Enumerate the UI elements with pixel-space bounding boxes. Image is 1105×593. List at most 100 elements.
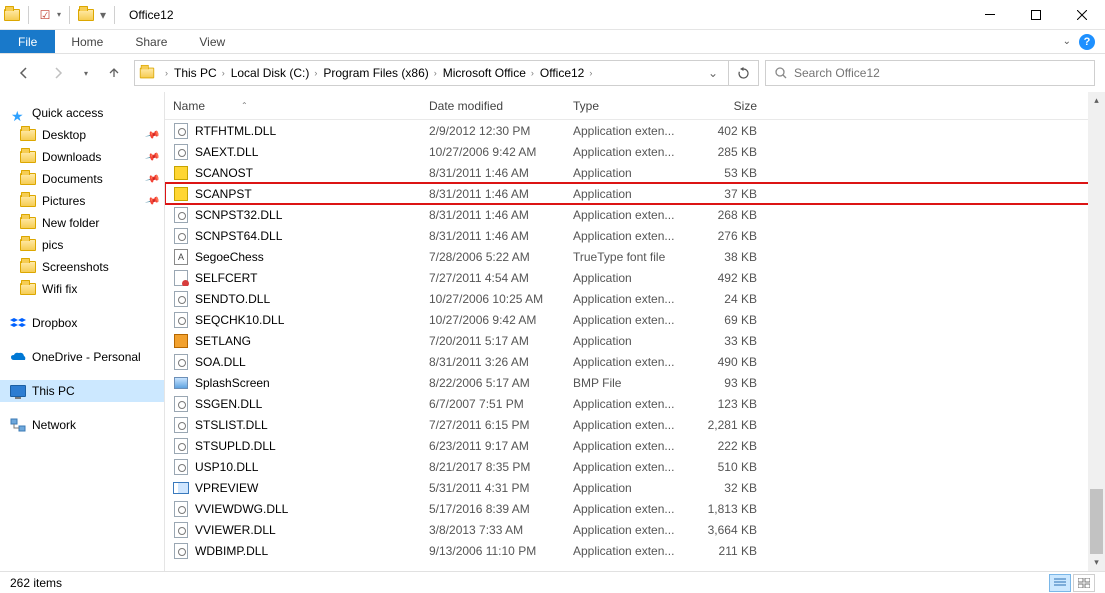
- file-type: Application exten...: [573, 292, 693, 306]
- refresh-button[interactable]: [729, 60, 759, 86]
- maximize-button[interactable]: [1013, 0, 1059, 30]
- forward-button[interactable]: [44, 61, 72, 85]
- file-icon: [173, 522, 189, 538]
- dropbox-icon: [10, 315, 26, 331]
- file-size: 222 KB: [693, 439, 765, 453]
- file-row[interactable]: VVIEWER.DLL3/8/2013 7:33 AMApplication e…: [165, 519, 1105, 540]
- file-size: 402 KB: [693, 124, 765, 138]
- file-row[interactable]: STSLIST.DLL7/27/2011 6:15 PMApplication …: [165, 414, 1105, 435]
- app-folder-icon: [4, 7, 20, 23]
- qat-customize-icon[interactable]: ▾: [100, 8, 106, 22]
- sidebar-this-pc[interactable]: This PC: [0, 380, 164, 402]
- file-row[interactable]: USP10.DLL8/21/2017 8:35 PMApplication ex…: [165, 456, 1105, 477]
- file-row[interactable]: SENDTO.DLL10/27/2006 10:25 AMApplication…: [165, 288, 1105, 309]
- vertical-scrollbar[interactable]: ▴ ▾: [1088, 92, 1105, 571]
- details-view-button[interactable]: [1049, 574, 1071, 592]
- file-tab[interactable]: File: [0, 30, 55, 53]
- file-row[interactable]: RTFHTML.DLL2/9/2012 12:30 PMApplication …: [165, 120, 1105, 141]
- file-icon: [173, 501, 189, 517]
- qat-properties-icon[interactable]: ☑: [37, 7, 53, 23]
- scroll-up-icon[interactable]: ▴: [1088, 92, 1105, 109]
- qat-dropdown-icon[interactable]: ▾: [57, 10, 61, 19]
- tab-view[interactable]: View: [183, 30, 241, 53]
- crumb-microsoft-office[interactable]: Microsoft Office›: [441, 61, 538, 85]
- file-row[interactable]: SCANOST8/31/2011 1:46 AMApplication53 KB: [165, 162, 1105, 183]
- file-row[interactable]: SEQCHK10.DLL10/27/2006 9:42 AMApplicatio…: [165, 309, 1105, 330]
- file-row[interactable]: VPREVIEW5/31/2011 4:31 PMApplication32 K…: [165, 477, 1105, 498]
- file-row[interactable]: STSUPLD.DLL6/23/2011 9:17 AMApplication …: [165, 435, 1105, 456]
- sidebar-item[interactable]: New folder: [0, 212, 164, 234]
- sidebar-item[interactable]: Desktop📌: [0, 124, 164, 146]
- close-button[interactable]: [1059, 0, 1105, 30]
- file-size: 2,281 KB: [693, 418, 765, 432]
- scroll-down-icon[interactable]: ▾: [1088, 554, 1105, 571]
- file-row[interactable]: SELFCERT7/27/2011 4:54 AMApplication492 …: [165, 267, 1105, 288]
- crumb-this-pc[interactable]: This PC›: [172, 61, 229, 85]
- scroll-track[interactable]: [1088, 109, 1105, 554]
- sidebar-item[interactable]: Documents📌: [0, 168, 164, 190]
- file-row[interactable]: SCANPST8/31/2011 1:46 AMApplication37 KB: [165, 183, 1105, 204]
- qat-folder-icon[interactable]: [78, 7, 94, 23]
- file-name: VVIEWDWG.DLL: [195, 502, 288, 516]
- column-name[interactable]: Name⌃: [173, 99, 429, 113]
- file-type: Application exten...: [573, 460, 693, 474]
- crumb-program-files[interactable]: Program Files (x86)›: [321, 61, 440, 85]
- file-size: 492 KB: [693, 271, 765, 285]
- file-row[interactable]: SSGEN.DLL6/7/2007 7:51 PMApplication ext…: [165, 393, 1105, 414]
- column-type[interactable]: Type: [573, 99, 693, 113]
- sidebar-quick-access[interactable]: ★ Quick access: [0, 102, 164, 124]
- file-name: SegoeChess: [195, 250, 264, 264]
- file-row[interactable]: SplashScreen8/22/2006 5:17 AMBMP File93 …: [165, 372, 1105, 393]
- file-size: 490 KB: [693, 355, 765, 369]
- crumb-root-chevron[interactable]: ›: [161, 61, 172, 85]
- file-size: 38 KB: [693, 250, 765, 264]
- crumb-local-disk[interactable]: Local Disk (C:)›: [229, 61, 322, 85]
- minimize-button[interactable]: [967, 0, 1013, 30]
- recent-locations-button[interactable]: ▾: [78, 61, 94, 85]
- file-date: 7/27/2011 6:15 PM: [429, 418, 573, 432]
- file-size: 69 KB: [693, 313, 765, 327]
- tab-home[interactable]: Home: [55, 30, 119, 53]
- file-type: BMP File: [573, 376, 693, 390]
- ribbon-expand-icon[interactable]: ⌄: [1063, 36, 1071, 47]
- search-input[interactable]: [794, 66, 1086, 80]
- sidebar-item[interactable]: Screenshots: [0, 256, 164, 278]
- file-type: Application exten...: [573, 502, 693, 516]
- file-row[interactable]: SAEXT.DLL10/27/2006 9:42 AMApplication e…: [165, 141, 1105, 162]
- address-dropdown-icon[interactable]: ⌄: [702, 66, 724, 80]
- crumb-office12[interactable]: Office12›: [538, 61, 596, 85]
- thumbnails-view-button[interactable]: [1073, 574, 1095, 592]
- column-size[interactable]: Size: [693, 99, 765, 113]
- column-date[interactable]: Date modified: [429, 99, 573, 113]
- file-row[interactable]: VVIEWDWG.DLL5/17/2016 8:39 AMApplication…: [165, 498, 1105, 519]
- status-bar: 262 items: [0, 571, 1105, 593]
- help-icon[interactable]: ?: [1079, 34, 1095, 50]
- sidebar-item[interactable]: Wifi fix: [0, 278, 164, 300]
- file-name: SEQCHK10.DLL: [195, 313, 284, 327]
- tab-share[interactable]: Share: [119, 30, 183, 53]
- file-row[interactable]: SCNPST32.DLL8/31/2011 1:46 AMApplication…: [165, 204, 1105, 225]
- file-list[interactable]: RTFHTML.DLL2/9/2012 12:30 PMApplication …: [165, 120, 1105, 571]
- up-button[interactable]: [100, 61, 128, 85]
- file-icon: A: [173, 249, 189, 265]
- sidebar-item[interactable]: Downloads📌: [0, 146, 164, 168]
- sidebar-onedrive[interactable]: OneDrive - Personal: [0, 346, 164, 368]
- file-name: SSGEN.DLL: [195, 397, 262, 411]
- sidebar-item[interactable]: pics: [0, 234, 164, 256]
- search-box[interactable]: [765, 60, 1095, 86]
- back-button[interactable]: [10, 61, 38, 85]
- file-row[interactable]: SCNPST64.DLL8/31/2011 1:46 AMApplication…: [165, 225, 1105, 246]
- star-icon: ★: [10, 105, 26, 121]
- sidebar-dropbox[interactable]: Dropbox: [0, 312, 164, 334]
- sidebar-item[interactable]: Pictures📌: [0, 190, 164, 212]
- pin-icon: 📌: [144, 149, 160, 165]
- sidebar-network[interactable]: Network: [0, 414, 164, 436]
- file-row[interactable]: SOA.DLL8/31/2011 3:26 AMApplication exte…: [165, 351, 1105, 372]
- scroll-thumb[interactable]: [1090, 489, 1103, 554]
- file-size: 211 KB: [693, 544, 765, 558]
- file-row[interactable]: SETLANG7/20/2011 5:17 AMApplication33 KB: [165, 330, 1105, 351]
- file-row[interactable]: WDBIMP.DLL9/13/2006 11:10 PMApplication …: [165, 540, 1105, 561]
- file-row[interactable]: ASegoeChess7/28/2006 5:22 AMTrueType fon…: [165, 246, 1105, 267]
- sidebar-item-label: Screenshots: [42, 260, 109, 274]
- address-bar[interactable]: › This PC› Local Disk (C:)› Program File…: [134, 60, 729, 86]
